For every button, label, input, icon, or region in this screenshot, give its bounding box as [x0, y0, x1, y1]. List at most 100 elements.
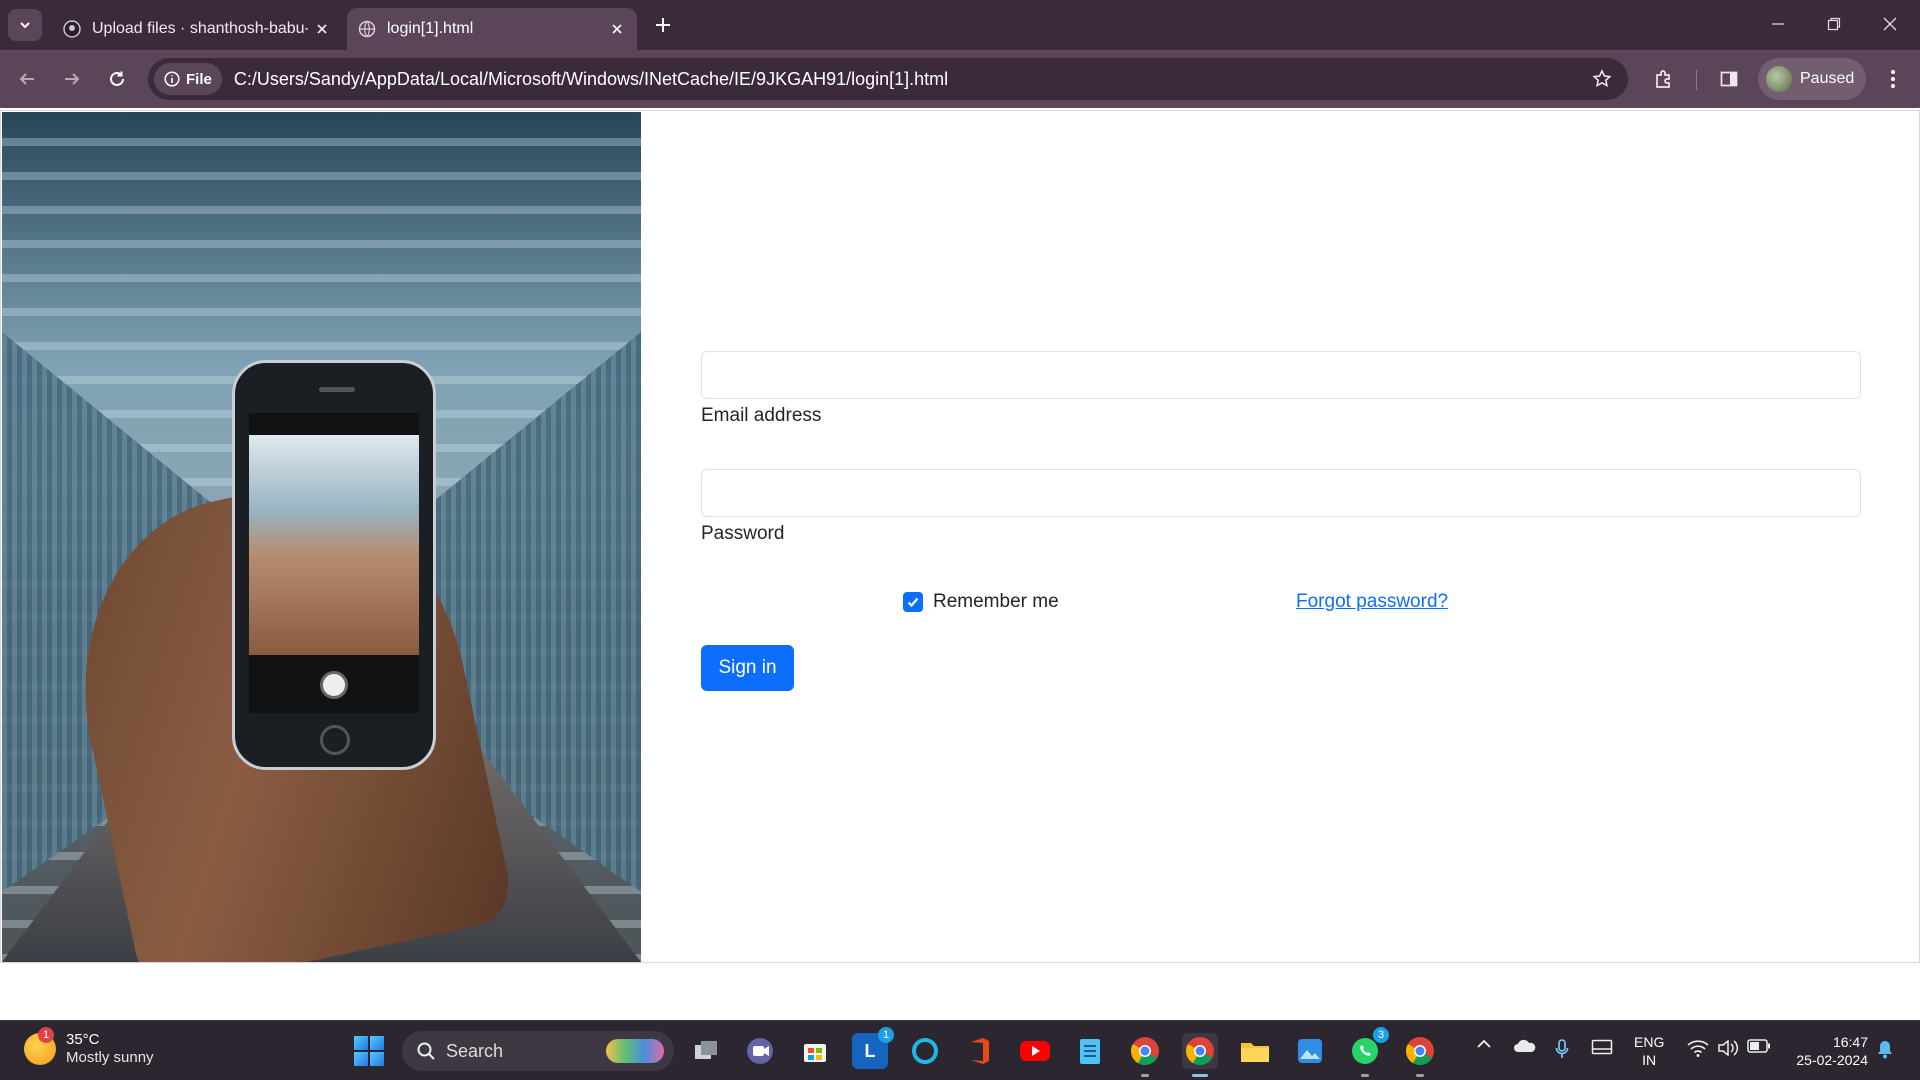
side-panel-icon	[1720, 71, 1738, 87]
close-icon	[1883, 17, 1897, 31]
restore-button[interactable]	[1806, 0, 1862, 48]
windows-logo-pane	[370, 1052, 384, 1066]
store-icon[interactable]	[797, 1033, 833, 1069]
phone-screen	[249, 413, 419, 713]
phone-speaker	[319, 387, 355, 392]
notification-badge: 3	[1373, 1027, 1389, 1043]
weather-temp: 35°C	[66, 1031, 100, 1048]
office-icon[interactable]	[962, 1033, 998, 1069]
site-info-label: File	[186, 70, 212, 88]
close-window-button[interactable]	[1862, 0, 1918, 48]
notepad-icon[interactable]	[1072, 1033, 1108, 1069]
search-icon	[417, 1042, 435, 1060]
restore-icon	[1827, 17, 1841, 31]
profile-status: Paused	[1800, 70, 1855, 87]
page-viewport: Email address Password Remember me Forgo…	[0, 108, 1920, 1020]
region-code: IN	[1642, 1052, 1657, 1068]
l-app-icon[interactable]: L 1	[852, 1027, 894, 1069]
windows-logo-pane	[354, 1036, 368, 1050]
avatar	[1766, 66, 1792, 92]
camera-shutter-icon	[320, 671, 348, 699]
battery-icon[interactable]	[1746, 1039, 1772, 1053]
start-button[interactable]	[354, 1036, 384, 1066]
close-tab-icon[interactable]	[603, 15, 631, 43]
reload-button[interactable]	[100, 62, 134, 96]
profile-button[interactable]: Paused	[1758, 58, 1866, 100]
new-tab-button[interactable]	[648, 10, 678, 40]
weather-badge: 1	[38, 1027, 54, 1043]
folder-icon[interactable]	[1237, 1033, 1273, 1069]
info-icon	[164, 71, 180, 87]
login-form: Email address Password Remember me Forgo…	[701, 351, 1861, 691]
task-view-icon[interactable]	[688, 1033, 724, 1069]
extensions-button[interactable]	[1646, 62, 1680, 96]
more-vertical-icon	[1891, 70, 1895, 88]
microphone-icon[interactable]	[1552, 1039, 1572, 1059]
teams-icon[interactable]	[742, 1033, 778, 1069]
sign-in-button[interactable]: Sign in	[701, 645, 794, 691]
phone-home-button	[320, 725, 350, 755]
system-clock[interactable]: 16:47 25-02-2024	[1786, 1033, 1868, 1069]
language-indicator[interactable]: ENG IN	[1634, 1033, 1664, 1069]
password-field[interactable]	[701, 469, 1861, 517]
tray-overflow-chevron-icon[interactable]	[1474, 1039, 1494, 1049]
remember-me[interactable]: Remember me	[903, 591, 1059, 613]
browser-toolbar: File C:/Users/Sandy/AppData/Local/Micros…	[0, 50, 1920, 108]
windows-taskbar: 1 35°C Mostly sunny Search L 1 3 ENG IN …	[0, 1020, 1920, 1080]
chrome-icon[interactable]	[1402, 1033, 1438, 1077]
photos-icon[interactable]	[1292, 1033, 1328, 1069]
close-tab-icon[interactable]	[308, 15, 336, 43]
browser-menu-button[interactable]	[1876, 62, 1910, 96]
password-label: Password	[701, 523, 785, 544]
remember-checkbox[interactable]	[903, 592, 923, 612]
forgot-password-link[interactable]: Forgot password?	[1296, 591, 1448, 613]
windows-logo-pane	[370, 1036, 384, 1050]
arrow-right-icon	[65, 73, 80, 85]
hero-image	[2, 112, 641, 962]
alexa-icon[interactable]	[907, 1033, 943, 1069]
youtube-icon[interactable]	[1017, 1033, 1053, 1069]
email-field[interactable]	[701, 351, 1861, 399]
language-code: ENG	[1634, 1034, 1665, 1050]
chrome-icon[interactable]	[1182, 1033, 1218, 1077]
address-bar[interactable]: File C:/Users/Sandy/AppData/Local/Micros…	[148, 58, 1628, 100]
phone-camera-view	[249, 435, 419, 655]
notification-bell-icon[interactable]	[1876, 1039, 1894, 1064]
arrow-left-icon	[19, 73, 34, 85]
wifi-icon[interactable]	[1686, 1039, 1710, 1057]
form-options-row: Remember me Forgot password?	[701, 585, 1861, 625]
puzzle-icon	[1656, 70, 1670, 88]
tab-title: Upload files · shanthosh-babu-f	[92, 20, 308, 37]
reload-icon	[110, 71, 124, 86]
site-info-chip[interactable]: File	[154, 63, 222, 95]
onedrive-cloud-icon[interactable]	[1512, 1039, 1538, 1053]
checkmark-icon	[907, 597, 919, 608]
login-card: Email address Password Remember me Forgo…	[0, 110, 1920, 963]
url-text[interactable]: C:/Users/Sandy/AppData/Local/Microsoft/W…	[234, 69, 1584, 90]
tab-upload-files[interactable]: Upload files · shanthosh-babu-f	[52, 8, 342, 50]
bookmark-star-button[interactable]	[1584, 61, 1620, 97]
github-icon	[62, 19, 82, 39]
forward-button[interactable]	[55, 62, 89, 96]
sun-icon: 1	[24, 1027, 56, 1065]
display-icon[interactable]	[1590, 1039, 1614, 1057]
chrome-icon[interactable]	[1127, 1033, 1163, 1077]
minimize-button[interactable]	[1750, 0, 1806, 48]
weather-condition: Mostly sunny	[66, 1049, 154, 1066]
browser-tab-bar: Upload files · shanthosh-babu-f login[1]…	[0, 0, 1920, 50]
side-panel-button[interactable]	[1712, 62, 1746, 96]
hero-phone	[232, 360, 436, 770]
email-label: Email address	[701, 405, 822, 426]
tab-login[interactable]: login[1].html	[347, 8, 637, 50]
minimize-icon	[1772, 23, 1784, 25]
back-button[interactable]	[10, 62, 44, 96]
globe-icon	[357, 19, 377, 39]
volume-icon[interactable]	[1716, 1039, 1740, 1057]
star-icon	[1592, 69, 1612, 88]
taskbar-search[interactable]: Search	[402, 1031, 674, 1071]
tab-search-button[interactable]	[8, 9, 42, 41]
weather-widget[interactable]: 1 35°C Mostly sunny	[24, 1027, 154, 1067]
whatsapp-icon[interactable]: 3	[1347, 1027, 1389, 1077]
windows-logo-pane	[354, 1052, 368, 1066]
toolbar-divider	[1696, 70, 1697, 90]
